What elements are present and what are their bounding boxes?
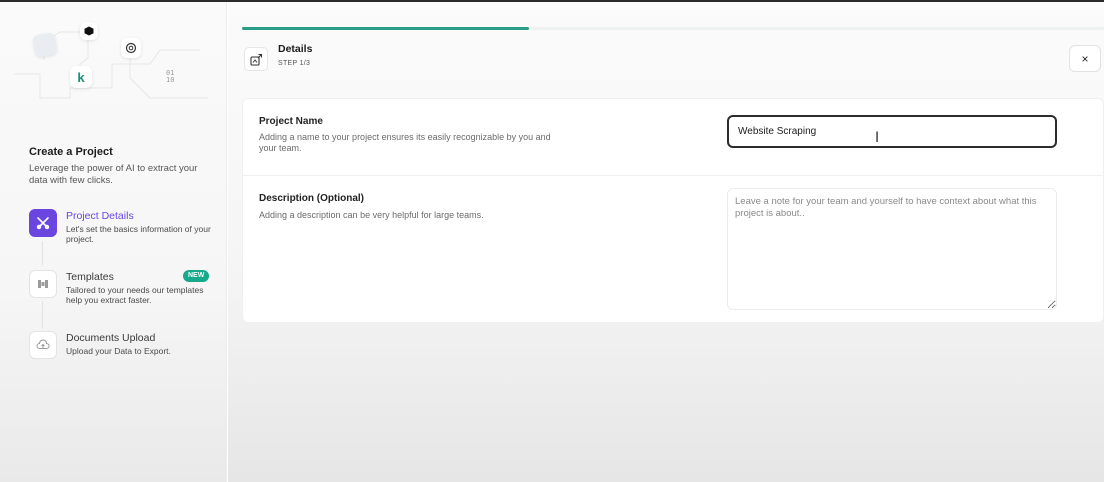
sidebar: k 01 10 Create a Project Leverage the po…: [0, 2, 227, 482]
openai-node-icon: [121, 38, 141, 58]
tools-icon: [29, 209, 57, 237]
step-indicator: STEP 1/3: [278, 60, 311, 67]
description-textarea[interactable]: [727, 188, 1057, 310]
details-icon: [244, 47, 268, 71]
new-badge: NEW: [183, 270, 210, 282]
box-node-icon: [80, 22, 98, 40]
description-help: Adding a description can be very helpful…: [259, 210, 484, 220]
project-name-label: Project Name: [259, 116, 323, 127]
logo-node-icon: k: [70, 66, 92, 88]
step-connector: [42, 241, 43, 265]
project-name-input[interactable]: [727, 115, 1057, 148]
details-form-card: Project Name Adding a name to your proje…: [242, 98, 1104, 323]
step-subtitle: Tailored to your needs our templates hel…: [66, 285, 204, 305]
project-name-help: Adding a name to your project ensures it…: [259, 132, 551, 153]
step-connector: [42, 301, 43, 329]
close-icon: ×: [1081, 51, 1089, 66]
step-title: Project Details: [66, 210, 134, 222]
step-subtitle: Upload your Data to Export.: [66, 346, 171, 356]
step-project-details[interactable]: Project Details Let's set the basics inf…: [29, 209, 219, 244]
step-documents-upload[interactable]: Documents Upload Upload your Data to Exp…: [29, 331, 219, 365]
text-cursor-icon: I: [875, 130, 880, 146]
binary-text: 01 10: [166, 69, 175, 84]
progress-bar: [242, 27, 1104, 30]
step-subtitle: Let's set the basics information of your…: [66, 224, 211, 244]
circuit-lines: [14, 31, 208, 99]
step-title: Documents Upload: [66, 332, 156, 344]
step-title: Templates: [66, 271, 114, 283]
sidebar-description: Leverage the power of AI to extract your…: [29, 163, 198, 186]
step-templates[interactable]: Templates NEW Tailored to your needs our…: [29, 270, 219, 305]
grid-dots-icon: [29, 270, 57, 298]
form-divider: [243, 175, 1104, 176]
cube-node-icon: [32, 32, 58, 58]
sidebar-illustration: k 01 10: [0, 2, 227, 112]
progress-fill: [242, 27, 530, 30]
main-panel: Details STEP 1/3 × Project Name Adding a…: [228, 2, 1104, 482]
description-label: Description (Optional): [259, 193, 364, 204]
close-button[interactable]: ×: [1069, 45, 1101, 72]
sidebar-title: Create a Project: [29, 146, 113, 158]
cloud-upload-icon: [29, 331, 57, 359]
page-title: Details: [278, 43, 313, 55]
